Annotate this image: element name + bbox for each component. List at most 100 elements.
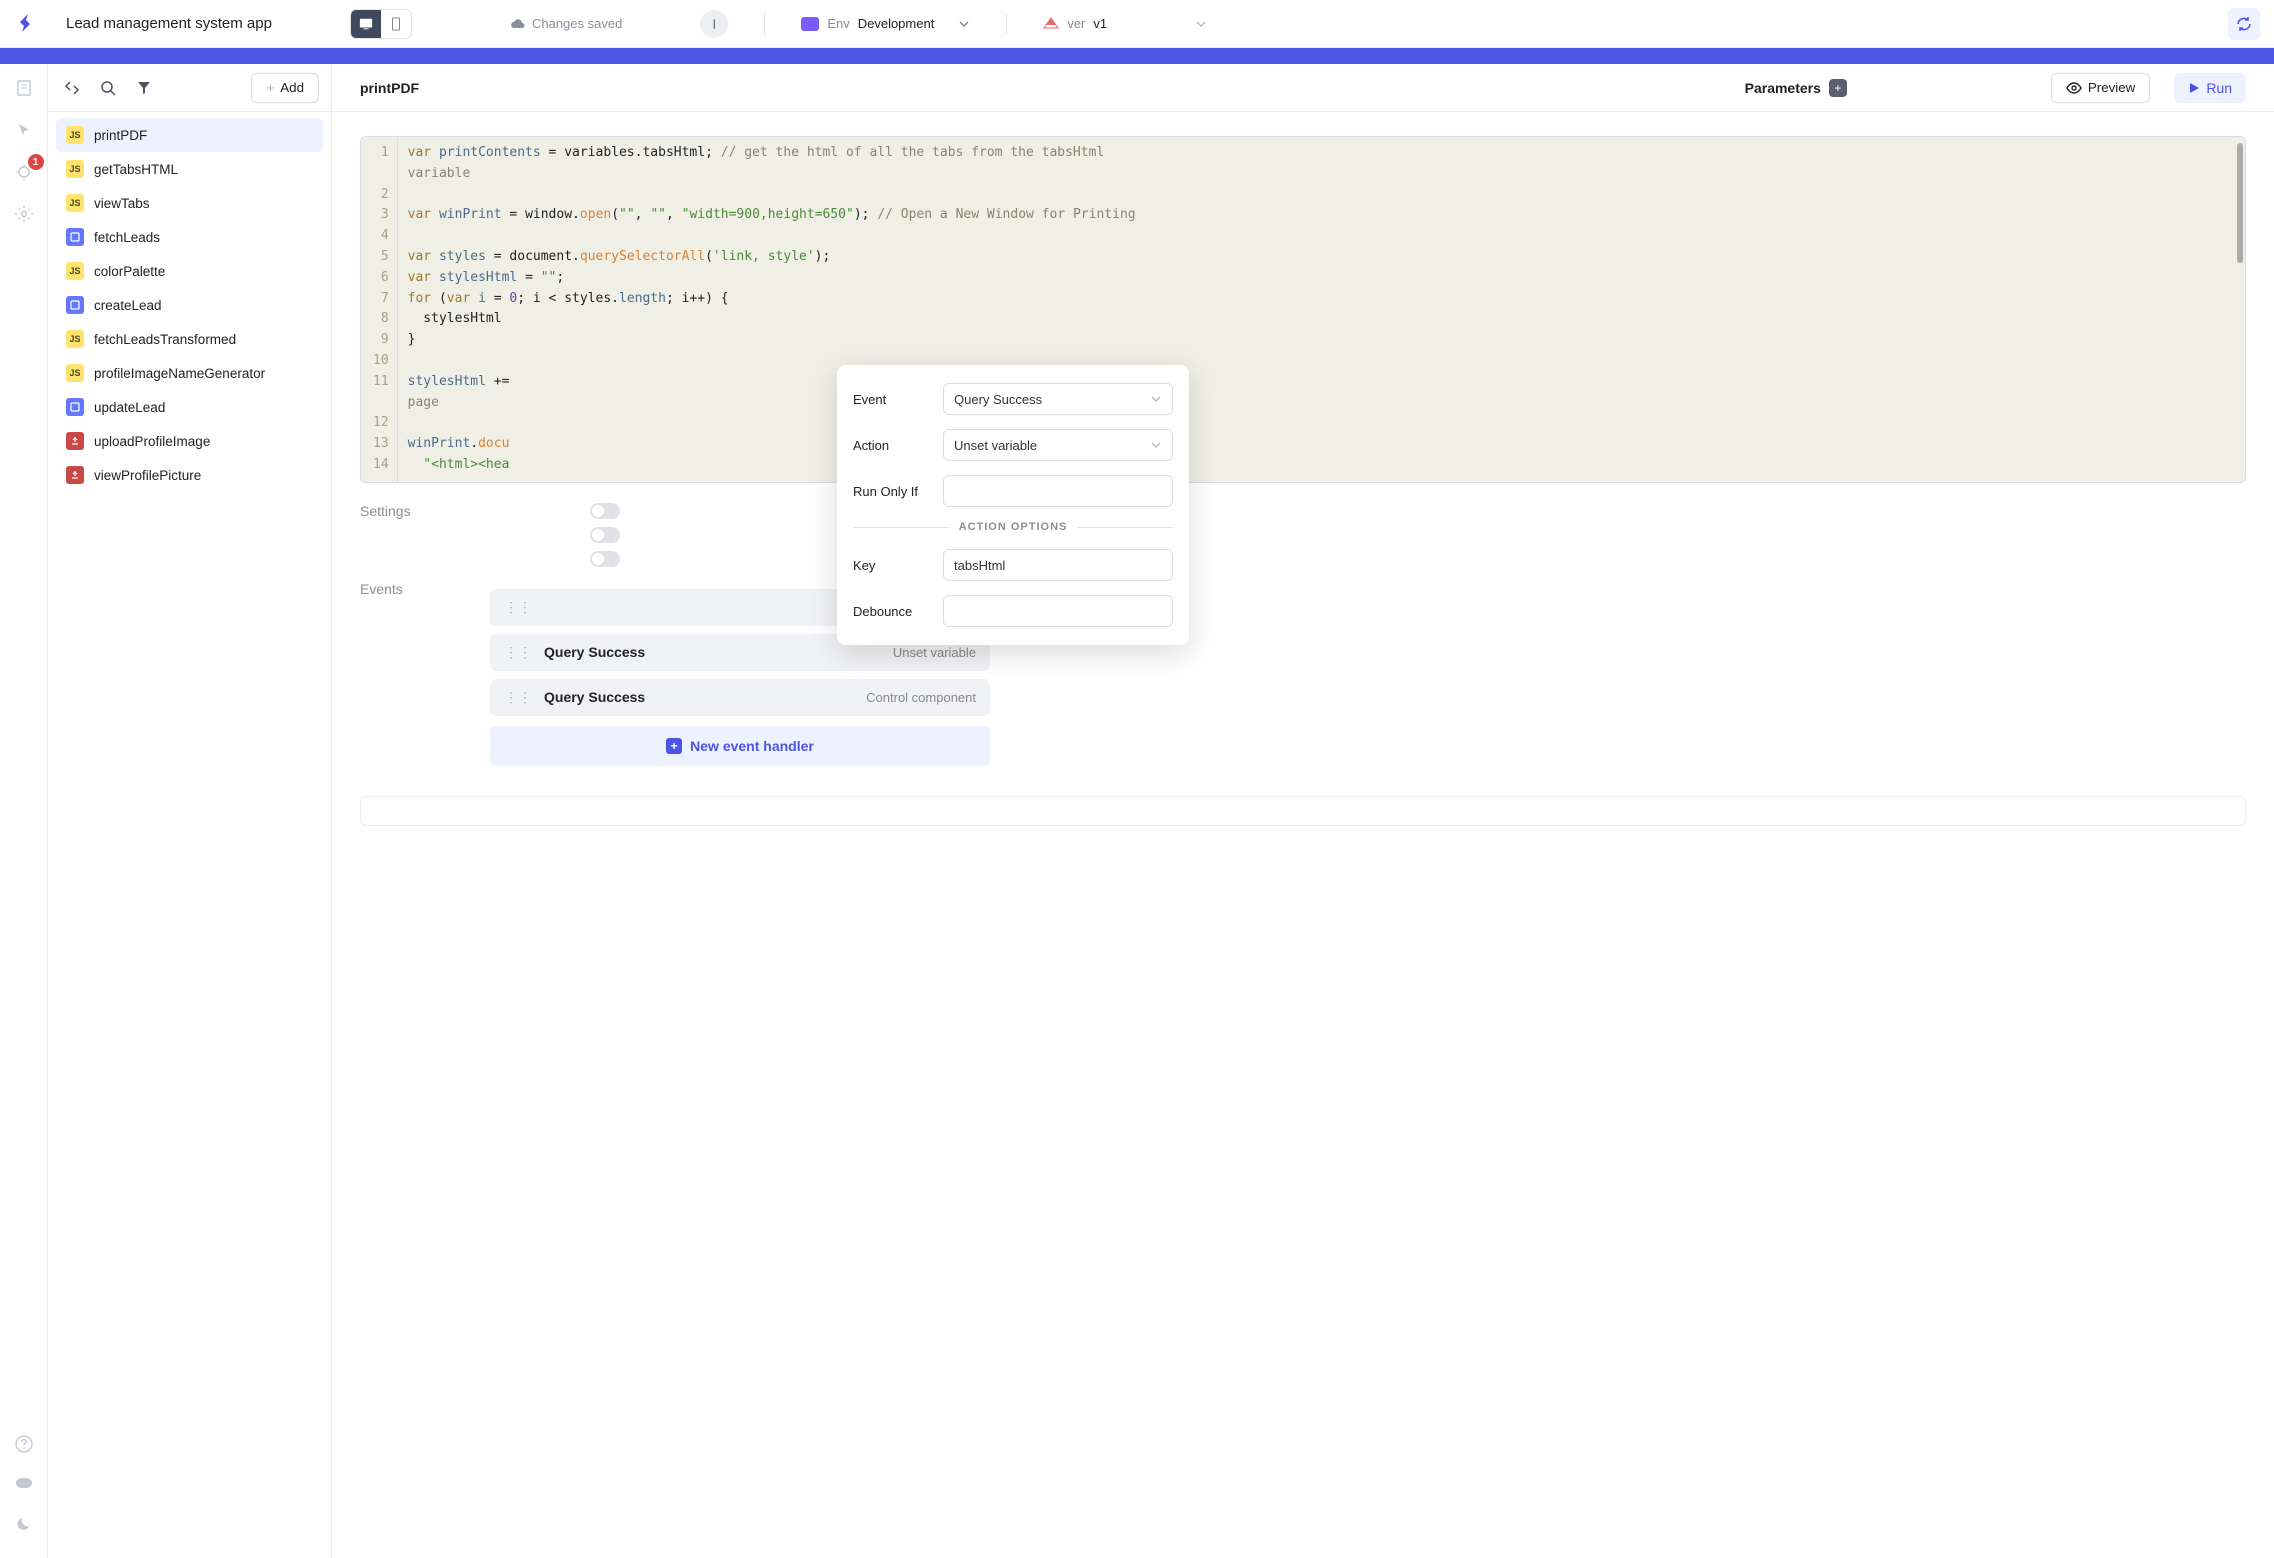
run-only-if-input[interactable] xyxy=(943,475,1173,507)
preview-label: Preview xyxy=(2088,80,2135,95)
chevron-down-icon xyxy=(1195,20,1207,28)
query-item-fetchLeadsTransformed[interactable]: JS fetchLeadsTransformed xyxy=(56,322,323,356)
query-item-getTabsHTML[interactable]: JSgetTabsHTML xyxy=(56,152,323,186)
js-icon: JS xyxy=(66,262,84,280)
event-config-popup: Event Query Success Action Unset variabl… xyxy=(837,365,1189,645)
query-item-viewProfilePicture[interactable]: viewProfilePicture xyxy=(56,458,323,492)
help-icon[interactable] xyxy=(10,1430,38,1458)
settings-gear-icon[interactable] xyxy=(10,200,38,228)
version-icon xyxy=(1043,17,1059,31)
query-item-fetchLeads[interactable]: fetchLeads xyxy=(56,220,323,254)
event-row[interactable]: ⋮⋮Query SuccessControl component xyxy=(490,679,990,716)
search-icon[interactable] xyxy=(96,76,120,100)
upload-icon xyxy=(66,432,84,450)
popup-event-label: Event xyxy=(853,392,931,407)
divider xyxy=(764,13,765,35)
key-input[interactable] xyxy=(943,549,1173,581)
popup-debounce-label: Debounce xyxy=(853,604,931,619)
query-item-label: profileImageNameGenerator xyxy=(94,366,265,381)
js-icon: JS xyxy=(66,160,84,178)
js-icon: JS xyxy=(66,194,84,212)
popup-options-heading: ACTION OPTIONS xyxy=(959,521,1068,533)
sidebar-header: + Add xyxy=(48,64,331,112)
editor-scrollbar[interactable] xyxy=(2237,143,2243,263)
collapse-icon[interactable] xyxy=(60,76,84,100)
query-item-updateLead[interactable]: updateLead xyxy=(56,390,323,424)
accent-bar xyxy=(0,48,2274,64)
save-status: Changes saved xyxy=(510,16,622,31)
new-event-label: New event handler xyxy=(690,738,814,754)
run-button[interactable]: Run xyxy=(2174,73,2246,103)
event-action-label: Control component xyxy=(866,690,976,705)
env-value: Development xyxy=(858,16,935,31)
settings-toggle-2[interactable] xyxy=(590,527,620,543)
env-selector[interactable]: Env Development xyxy=(801,16,970,31)
theme-icon[interactable] xyxy=(10,1510,38,1538)
mobile-view-button[interactable] xyxy=(381,10,411,38)
drag-handle-icon[interactable]: ⋮⋮ xyxy=(504,599,532,616)
js-icon: JS xyxy=(66,330,84,348)
drag-handle-icon[interactable]: ⋮⋮ xyxy=(504,644,532,661)
query-item-label: uploadProfileImage xyxy=(94,434,210,449)
query-item-label: viewTabs xyxy=(94,196,150,211)
next-section-placeholder xyxy=(360,796,2246,826)
chevron-down-icon xyxy=(1150,395,1162,403)
play-icon xyxy=(2188,82,2200,94)
line-gutter: 1234567891011121314 xyxy=(361,137,398,482)
top-header: Lead management system app Changes saved… xyxy=(0,0,2274,48)
debug-badge: 1 xyxy=(28,154,44,170)
device-toggle xyxy=(350,9,412,39)
refresh-button[interactable] xyxy=(2228,8,2260,40)
query-item-colorPalette[interactable]: JS colorPalette xyxy=(56,254,323,288)
chat-icon[interactable] xyxy=(10,1470,38,1498)
divider xyxy=(1006,13,1007,35)
event-select[interactable]: Query Success xyxy=(943,383,1173,415)
desktop-view-button[interactable] xyxy=(351,10,381,38)
content-panel: printPDF Parameters + Preview Run xyxy=(332,64,2274,1558)
query-item-printPDF[interactable]: JSprintPDF xyxy=(56,118,323,152)
add-query-button[interactable]: + Add xyxy=(251,73,319,103)
event-select-value: Query Success xyxy=(954,392,1042,407)
query-item-uploadProfileImage[interactable]: uploadProfileImage xyxy=(56,424,323,458)
content-header: printPDF Parameters + Preview Run xyxy=(332,64,2274,112)
chevron-down-icon xyxy=(958,20,970,28)
event-action-label: Unset variable xyxy=(893,645,976,660)
filter-icon[interactable] xyxy=(132,76,156,100)
settings-toggle-1[interactable] xyxy=(590,503,620,519)
plus-square-icon: + xyxy=(666,738,682,754)
action-select[interactable]: Unset variable xyxy=(943,429,1173,461)
content-scroll[interactable]: 1234567891011121314 var printContents = … xyxy=(332,112,2274,1558)
debug-icon[interactable]: 1 xyxy=(10,158,38,186)
save-status-text: Changes saved xyxy=(532,16,622,31)
add-parameter-button[interactable]: + xyxy=(1829,79,1847,97)
parameters-block: Parameters + xyxy=(1745,79,1847,97)
settings-toggle-3[interactable] xyxy=(590,551,620,567)
query-item-label: colorPalette xyxy=(94,264,165,279)
debounce-input[interactable] xyxy=(943,595,1173,627)
popup-key-label: Key xyxy=(853,558,931,573)
env-label: Env xyxy=(827,16,849,31)
upload-icon xyxy=(66,466,84,484)
pages-icon[interactable] xyxy=(10,74,38,102)
query-title[interactable]: printPDF xyxy=(360,80,419,96)
query-item-label: viewProfilePicture xyxy=(94,468,201,483)
query-item-profileImageNameGenerator[interactable]: JSprofileImageNameGenerator xyxy=(56,356,323,390)
query-item-viewTabs[interactable]: JS viewTabs xyxy=(56,186,323,220)
events-heading: Events xyxy=(360,581,470,597)
cursor-icon[interactable] xyxy=(10,116,38,144)
api-icon xyxy=(66,228,84,246)
user-avatar[interactable]: I xyxy=(700,10,728,38)
query-item-createLead[interactable]: createLead xyxy=(56,288,323,322)
query-item-label: printPDF xyxy=(94,128,147,143)
code-body[interactable]: var printContents = variables.tabsHtml; … xyxy=(398,137,2245,482)
app-title[interactable]: Lead management system app xyxy=(66,15,272,32)
drag-handle-icon[interactable]: ⋮⋮ xyxy=(504,689,532,706)
plus-icon: + xyxy=(266,80,274,95)
new-event-button[interactable]: + New event handler xyxy=(490,726,990,766)
code-editor[interactable]: 1234567891011121314 var printContents = … xyxy=(360,136,2246,483)
settings-heading: Settings xyxy=(360,503,470,519)
preview-button[interactable]: Preview xyxy=(2051,73,2150,103)
query-item-label: fetchLeadsTransformed xyxy=(94,332,236,347)
popup-runonlyif-label: Run Only If xyxy=(853,484,931,499)
version-selector[interactable]: ver v1 xyxy=(1043,16,1207,31)
